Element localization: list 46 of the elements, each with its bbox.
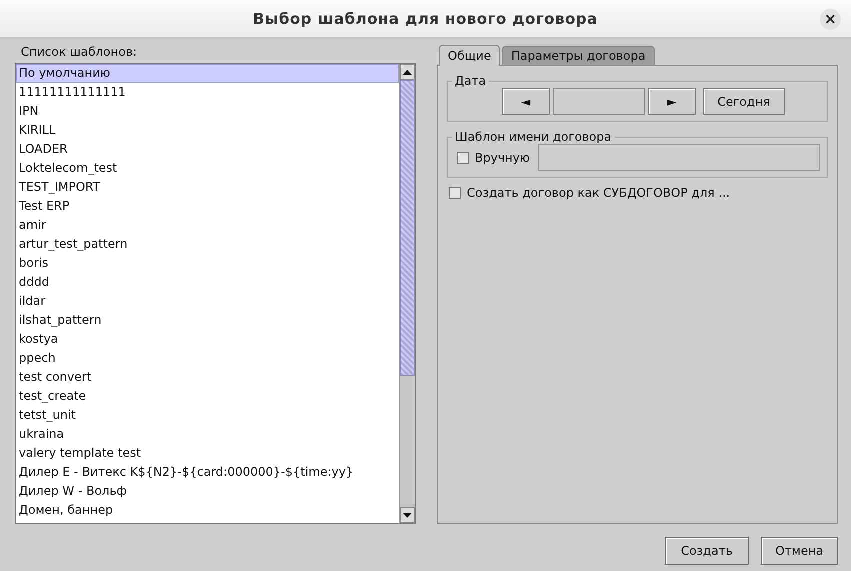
- scroll-thumb[interactable]: [400, 80, 415, 376]
- scrollbar[interactable]: [399, 64, 415, 523]
- list-item[interactable]: Test ERP: [16, 197, 399, 216]
- previous-button[interactable]: ◄: [502, 88, 550, 115]
- list-item[interactable]: Loktelecom_test: [16, 159, 399, 178]
- tab[interactable]: Параметры договора: [502, 46, 655, 65]
- list-item[interactable]: LOADER: [16, 140, 399, 159]
- today-button[interactable]: Сегодня: [703, 88, 785, 115]
- list-item[interactable]: valery template test: [16, 444, 399, 463]
- scroll-up-icon[interactable]: [403, 70, 412, 74]
- list-item[interactable]: По умолчанию: [16, 64, 399, 83]
- list-item[interactable]: Дилер W - Вольф: [16, 482, 399, 501]
- list-item[interactable]: 11111111111111: [16, 83, 399, 102]
- list-label: Список шаблонов:: [20, 44, 138, 61]
- list-item[interactable]: dddd: [16, 273, 399, 292]
- list-item[interactable]: amir: [16, 216, 399, 235]
- list-item[interactable]: test_create: [16, 387, 399, 406]
- tab[interactable]: Общие: [439, 45, 500, 66]
- group-title: Шаблон имени договора: [454, 130, 613, 144]
- next-button[interactable]: ►: [648, 88, 696, 115]
- date-field[interactable]: [553, 88, 645, 115]
- list-item[interactable]: ilshat_pattern: [16, 311, 399, 330]
- list-item[interactable]: boris: [16, 254, 399, 273]
- list-item[interactable]: Дилер E - Витекс K${N2}-${card:000000}-${time:yy}: [16, 463, 399, 482]
- list-item[interactable]: ukraina: [16, 425, 399, 444]
- checkbox-label: Создать договор как СУБДОГОВОР для ...: [467, 186, 730, 200]
- list-item[interactable]: kostya: [16, 330, 399, 349]
- create-button[interactable]: Создать: [665, 537, 749, 565]
- name-field[interactable]: [538, 144, 820, 171]
- list-item[interactable]: ppech: [16, 349, 399, 368]
- list-item[interactable]: Домен, баннер: [16, 501, 399, 520]
- close-button[interactable]: ×: [820, 9, 841, 30]
- list-item[interactable]: TEST_IMPORT: [16, 178, 399, 197]
- list-item[interactable]: test convert: [16, 368, 399, 387]
- list-item[interactable]: KIRILL: [16, 121, 399, 140]
- group-title: Дата: [454, 74, 488, 88]
- list-item[interactable]: artur_test_pattern: [16, 235, 399, 254]
- list-item[interactable]: IPN: [16, 102, 399, 121]
- checkbox[interactable]: [449, 187, 461, 199]
- list-item[interactable]: ildar: [16, 292, 399, 311]
- checkbox-label: Вручную: [475, 150, 530, 164]
- checkbox[interactable]: [457, 152, 469, 164]
- window-title: Выбор шаблона для нового договора: [253, 10, 598, 28]
- scroll-down-icon[interactable]: [403, 512, 412, 518]
- list-item[interactable]: tetst_unit: [16, 406, 399, 425]
- cancel-button[interactable]: Отмена: [761, 537, 838, 565]
